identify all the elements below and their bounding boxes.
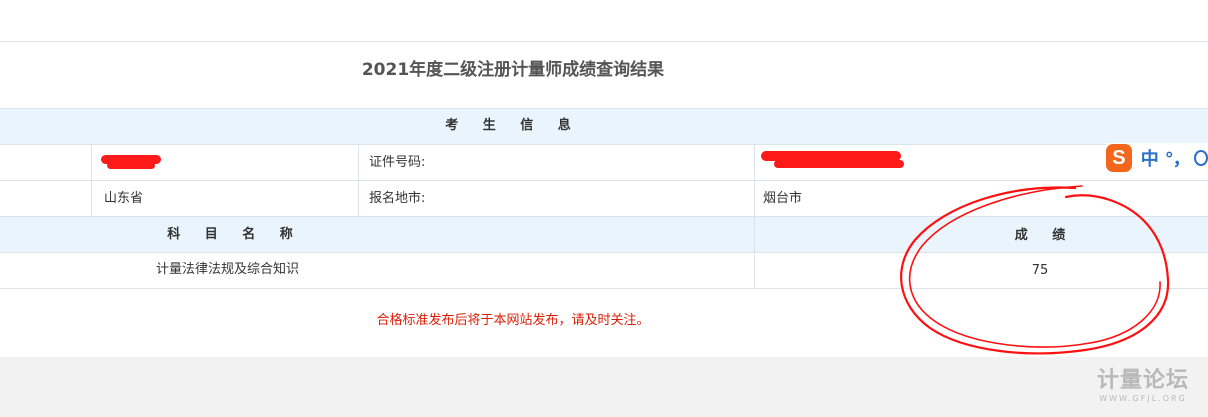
watermark-title: 计量论坛 (1096, 368, 1189, 393)
watermark-url: WWW.GFJL.ORG (1099, 394, 1187, 403)
ime-toolbar[interactable]: S 中 °， (1106, 143, 1208, 173)
more-icon[interactable] (1193, 150, 1208, 166)
input-mode-toggle[interactable]: 中 (1141, 145, 1159, 171)
watermark: 计量论坛 WWW.GFJL.ORG (1085, 368, 1201, 404)
punctuation-toggle[interactable]: °， (1165, 145, 1191, 171)
circled-score-annotation (900, 185, 1170, 355)
sogou-ime-icon[interactable]: S (1106, 144, 1132, 172)
